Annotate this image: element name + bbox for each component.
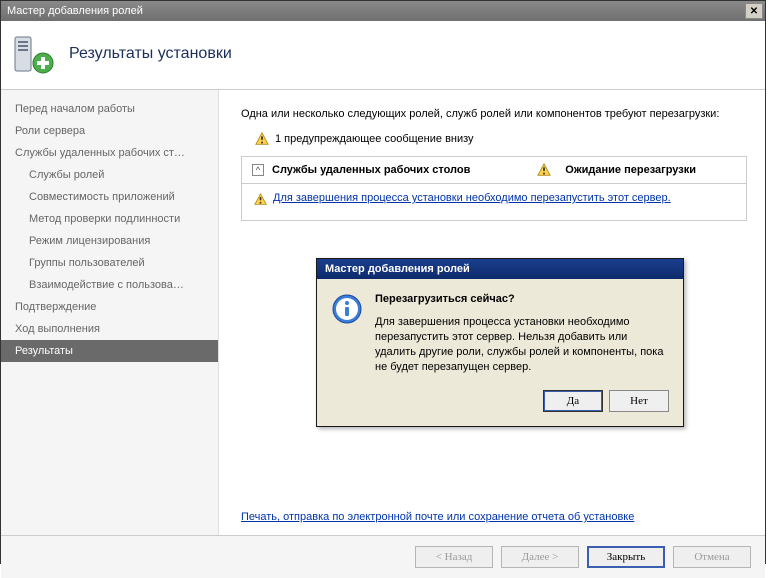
group-title: Службы удаленных рабочих столов [272,164,470,176]
next-button: Далее > [501,546,579,568]
cancel-button: Отмена [673,546,751,568]
wizard-header: Результаты установки [1,21,765,90]
intro-text: Одна или несколько следующих ролей, служ… [241,108,747,120]
results-group: ^ Службы удаленных рабочих столов Ожидан… [241,156,747,221]
sidebar-item-auth-method[interactable]: Метод проверки подлинности [1,208,218,230]
sidebar-item-user-interaction[interactable]: Взаимодействие с пользова… [1,274,218,296]
sidebar-item-rds[interactable]: Службы удаленных рабочих ст… [1,142,218,164]
sidebar-item-confirmation[interactable]: Подтверждение [1,296,218,318]
titlebar: Мастер добавления ролей ✕ [1,1,765,21]
warning-icon [254,193,267,206]
dialog-message: Для завершения процесса установки необхо… [375,315,669,374]
server-role-icon [13,33,55,75]
group-message-link[interactable]: Для завершения процесса установки необхо… [273,192,671,204]
window-title: Мастер добавления ролей [7,5,745,17]
sidebar-item-before-begin[interactable]: Перед началом работы [1,98,218,120]
dialog-heading: Перезагрузиться сейчас? [375,293,669,305]
close-button[interactable]: Закрыть [587,546,665,568]
warning-summary: 1 предупреждающее сообщение внизу [255,132,747,146]
report-link[interactable]: Печать, отправка по электронной почте ил… [241,511,634,523]
group-body: Для завершения процесса установки необхо… [242,184,746,220]
wizard-footer: < Назад Далее > Закрыть Отмена [1,535,765,578]
sidebar-item-progress[interactable]: Ход выполнения [1,318,218,340]
sidebar-item-user-groups[interactable]: Группы пользователей [1,252,218,274]
group-status: Ожидание перезагрузки [565,164,696,176]
dialog-title: Мастер добавления ролей [317,259,683,279]
close-icon[interactable]: ✕ [745,3,763,19]
warning-count-text: 1 предупреждающее сообщение внизу [275,133,474,145]
warning-icon [255,132,269,146]
sidebar-item-server-roles[interactable]: Роли сервера [1,120,218,142]
sidebar-item-app-compat[interactable]: Совместимость приложений [1,186,218,208]
dialog-body: Перезагрузиться сейчас? Для завершения п… [317,279,683,384]
page-title: Результаты установки [69,45,232,63]
sidebar-item-licensing[interactable]: Режим лицензирования [1,230,218,252]
collapse-icon[interactable]: ^ [252,164,264,176]
sidebar-item-role-services[interactable]: Службы ролей [1,164,218,186]
sidebar: Перед началом работы Роли сервера Службы… [1,90,219,535]
yes-button[interactable]: Да [543,390,603,412]
sidebar-item-results[interactable]: Результаты [1,340,218,362]
no-button[interactable]: Нет [609,390,669,412]
dialog-footer: Да Нет [317,384,683,426]
restart-dialog: Мастер добавления ролей Перезагрузиться … [316,258,684,427]
info-icon [331,293,363,325]
back-button: < Назад [415,546,493,568]
warning-icon [537,163,551,177]
group-header: ^ Службы удаленных рабочих столов Ожидан… [242,156,746,184]
dialog-text: Перезагрузиться сейчас? Для завершения п… [375,293,669,374]
